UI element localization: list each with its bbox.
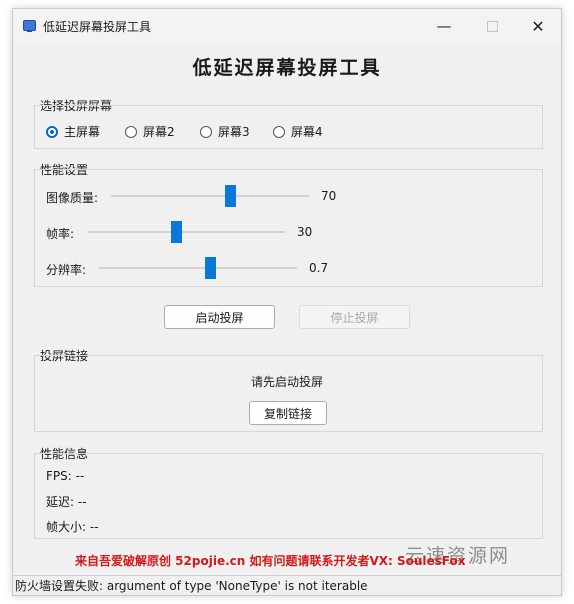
quality-value: 70 [321, 189, 337, 203]
resolution-slider[interactable] [99, 257, 297, 279]
fps-label: 帧率: [46, 227, 75, 241]
quality-slider-handle[interactable] [224, 185, 236, 207]
quality-label: 图像质量: [46, 191, 99, 205]
radio-label: 主屏幕 [64, 125, 101, 139]
credit-text: 来自吾爱破解原创 52pojie.cn 如有问题请联系开发者VX: Soules… [75, 554, 466, 568]
radio-label: 屏幕2 [143, 125, 175, 139]
latency-info: 延迟: -- [46, 495, 87, 509]
minimize-icon: — [436, 17, 452, 35]
title-bar[interactable]: 低延迟屏幕投屏工具 — ✕ [13, 9, 561, 43]
resolution-label: 分辨率: [46, 263, 87, 277]
fps-info: FPS: -- [46, 469, 85, 483]
maximize-icon [486, 20, 498, 32]
radio-main-screen[interactable]: 主屏幕 [46, 123, 100, 140]
app-window: 低延迟屏幕投屏工具 — ✕ 低延迟屏幕投屏工具 选择投屏屏幕 主屏幕 屏幕2 屏… [12, 8, 562, 596]
stop-cast-button[interactable]: 停止投屏 [299, 305, 410, 329]
info-group [34, 453, 543, 539]
resolution-value: 0.7 [309, 261, 329, 275]
window-title: 低延迟屏幕投屏工具 [43, 20, 152, 34]
fps-slider-handle[interactable] [171, 221, 183, 243]
radio-screen-2[interactable]: 屏幕2 [125, 123, 175, 140]
copy-link-button[interactable]: 复制链接 [249, 401, 327, 425]
radio-label: 屏幕4 [291, 125, 323, 139]
performance-group [34, 169, 543, 287]
resolution-slider-handle[interactable] [204, 257, 216, 279]
radio-label: 屏幕3 [218, 125, 250, 139]
fps-slider[interactable] [87, 221, 285, 243]
radio-unchecked-icon [200, 125, 212, 138]
start-cast-button[interactable]: 启动投屏 [164, 305, 275, 329]
radio-unchecked-icon [273, 125, 285, 138]
status-bar: 防火墙设置失败: argument of type 'NoneType' is … [13, 575, 561, 595]
close-icon: ✕ [531, 16, 545, 36]
radio-screen-3[interactable]: 屏幕3 [200, 123, 250, 140]
radio-checked-icon [46, 125, 58, 138]
radio-screen-4[interactable]: 屏幕4 [273, 123, 323, 140]
minimize-button[interactable]: — [421, 9, 467, 43]
fps-value: 30 [297, 225, 313, 239]
page-title: 低延迟屏幕投屏工具 [192, 57, 382, 79]
monitor-icon [23, 20, 36, 32]
quality-slider[interactable] [111, 185, 309, 207]
maximize-button[interactable] [469, 9, 515, 43]
radio-unchecked-icon [125, 125, 137, 138]
frame-size-info: 帧大小: -- [46, 520, 99, 534]
close-button[interactable]: ✕ [515, 9, 561, 43]
link-status-text: 请先启动投屏 [250, 375, 323, 389]
